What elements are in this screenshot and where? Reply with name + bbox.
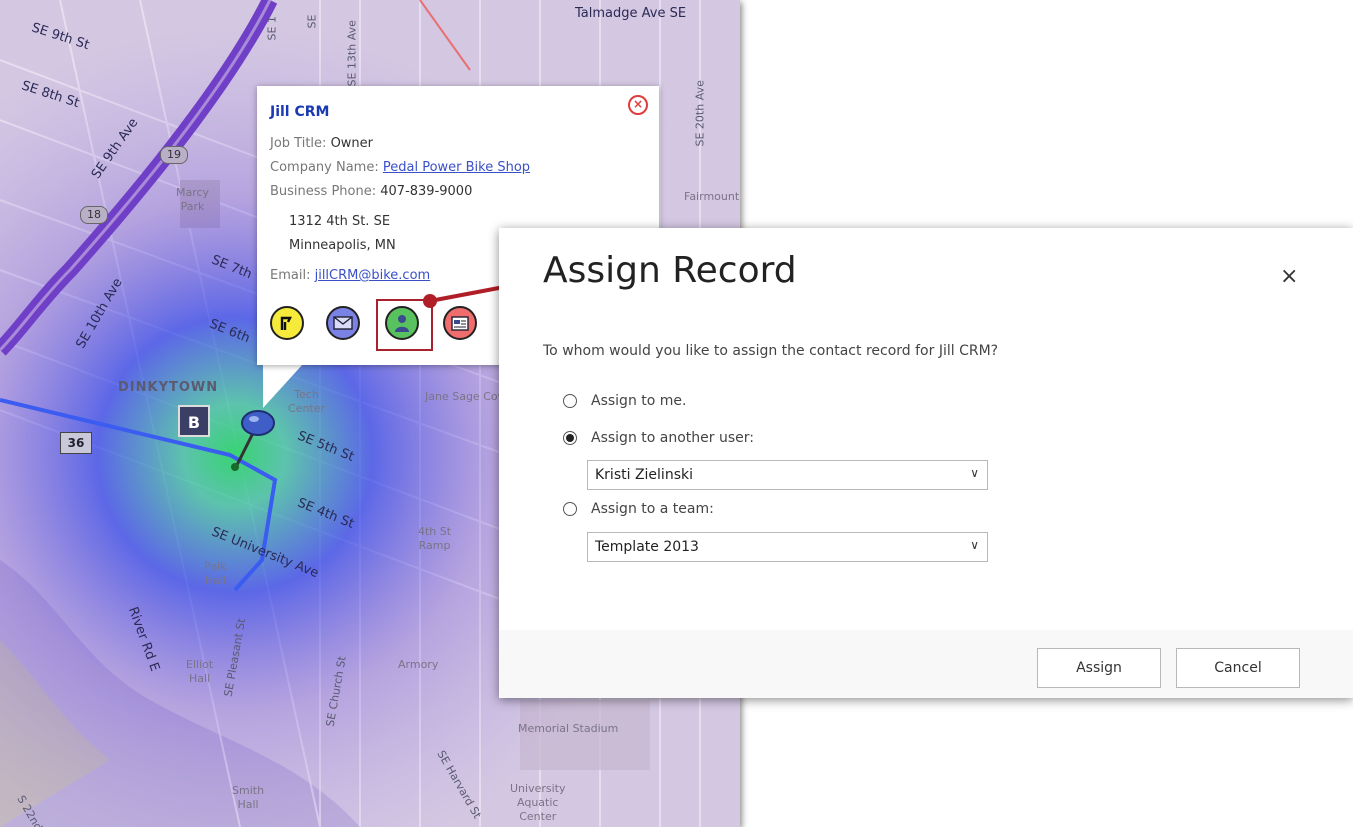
station-marker[interactable]: B [178, 405, 210, 437]
team-select-value: Template 2013 [595, 539, 699, 555]
street-label: SE [305, 14, 319, 29]
cancel-button[interactable]: Cancel [1176, 648, 1300, 688]
assign-to-user-option[interactable]: Assign to another user: [563, 430, 754, 446]
address-line2: Minneapolis, MN [289, 238, 396, 253]
chevron-down-icon: ∨ [970, 538, 979, 552]
team-select[interactable]: Template 2013 ∨ [587, 532, 988, 562]
assign-to-me-option[interactable]: Assign to me. [563, 393, 686, 409]
phone-value: 407-839-9000 [380, 184, 473, 199]
place-label: Armory [398, 658, 439, 671]
directions-icon[interactable] [270, 306, 304, 340]
assign-button[interactable]: Assign [1037, 648, 1161, 688]
user-select[interactable]: Kristi Zielinski ∨ [587, 460, 988, 490]
job-title-label: Job Title: [270, 136, 327, 151]
highway-shield: 36 [60, 432, 92, 454]
place-label: Marcy Park [176, 186, 210, 213]
street-label: SE 13th Ave [345, 20, 359, 87]
option-label: Assign to another user: [591, 430, 754, 446]
street-label: SE 20th Ave [693, 80, 707, 147]
close-icon[interactable]: × [1280, 264, 1298, 289]
popup-tail [263, 364, 303, 408]
highway-shield: 19 [160, 146, 188, 164]
company-row: Company Name: Pedal Power Bike Shop [270, 160, 530, 175]
email-link[interactable]: jillCRM@bike.com [315, 268, 431, 283]
street-label: SE 1 [265, 16, 279, 41]
job-title-row: Job Title: Owner [270, 136, 373, 151]
place-label: Smith Hall [232, 784, 265, 811]
email-label: Email: [270, 268, 311, 283]
place-label: Memorial Stadium [518, 722, 619, 735]
email-row: Email: jillCRM@bike.com [270, 268, 430, 283]
option-label: Assign to a team: [591, 501, 714, 517]
place-label: 4th St Ramp [418, 525, 452, 552]
dialog-title: Assign Record [543, 250, 797, 291]
radio-button[interactable] [563, 394, 577, 408]
job-title-value: Owner [330, 136, 374, 151]
chevron-down-icon: ∨ [970, 466, 979, 480]
close-icon[interactable]: × [628, 95, 648, 115]
place-label: Elliot Hall [186, 658, 214, 685]
radio-button[interactable] [563, 502, 577, 516]
user-select-value: Kristi Zielinski [595, 467, 693, 483]
place-label: Pelk Hall [204, 560, 227, 587]
place-label: Fairmount [684, 190, 740, 203]
highway-shield: 18 [80, 206, 108, 224]
option-label: Assign to me. [591, 393, 687, 409]
place-label: Jane Sage Cov [425, 390, 505, 403]
phone-row: Business Phone: 407-839-9000 [270, 184, 472, 199]
assign-to-team-option[interactable]: Assign to a team: [563, 501, 714, 517]
street-label: Talmadge Ave SE [575, 6, 687, 21]
place-label: DINKYTOWN [118, 380, 219, 395]
place-label: University Aquatic Center [510, 782, 566, 823]
phone-label: Business Phone: [270, 184, 377, 199]
radio-button-selected[interactable] [563, 431, 577, 445]
company-label: Company Name: [270, 160, 379, 175]
dialog-question: To whom would you like to assign the con… [543, 343, 999, 359]
pushpin-icon[interactable] [226, 405, 280, 475]
assign-record-dialog: Assign Record × To whom would you like t… [499, 228, 1353, 698]
contact-name[interactable]: Jill CRM [270, 104, 329, 120]
address-line1: 1312 4th St. SE [289, 214, 391, 229]
email-icon[interactable] [326, 306, 360, 340]
company-link[interactable]: Pedal Power Bike Shop [383, 160, 530, 175]
